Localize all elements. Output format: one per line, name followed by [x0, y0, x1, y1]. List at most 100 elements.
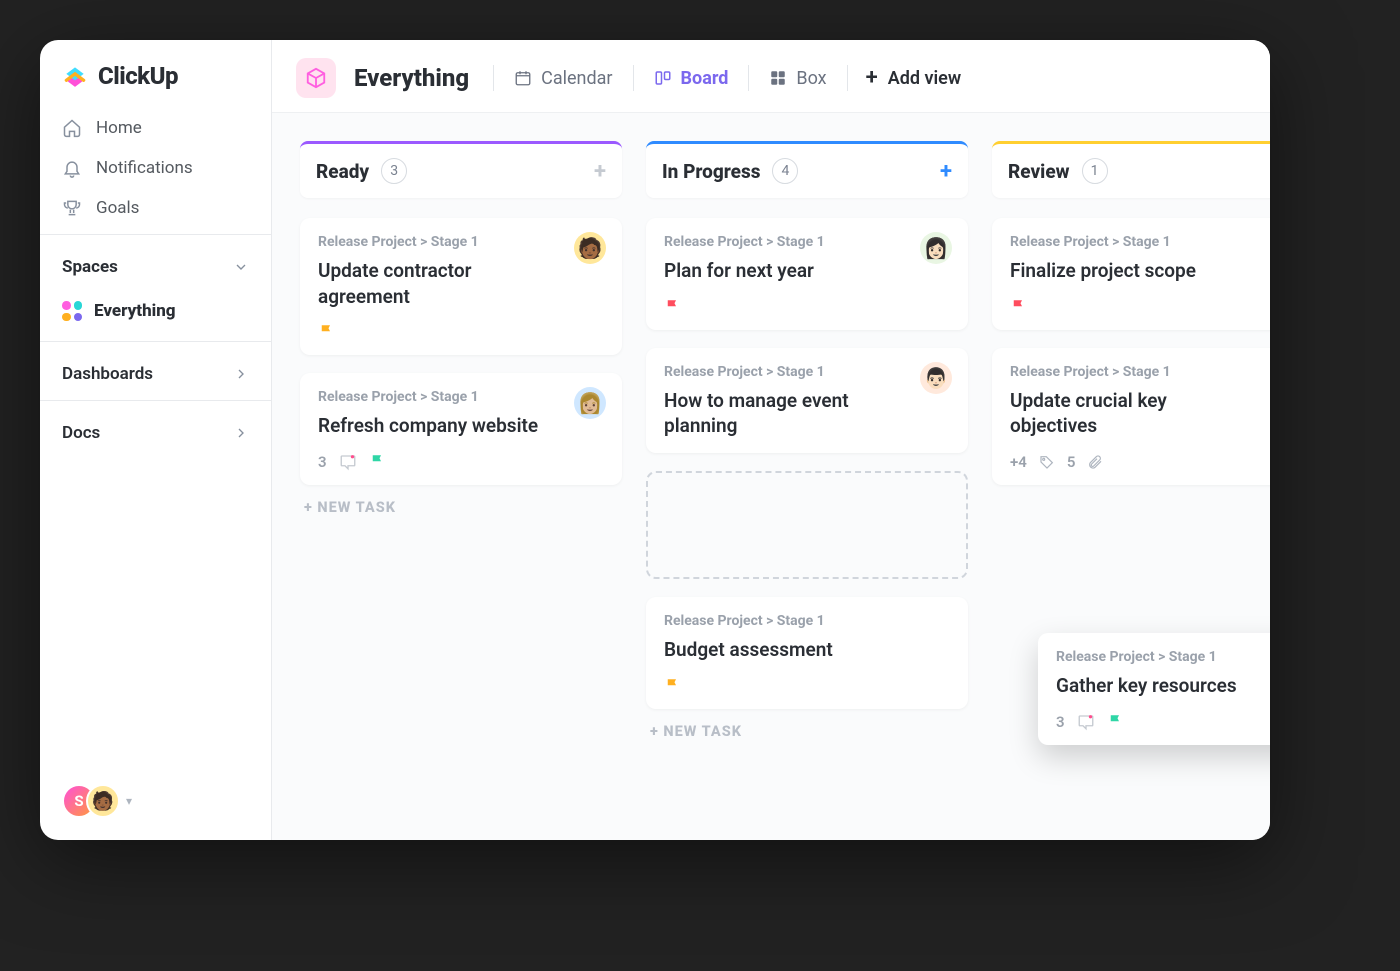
divider — [493, 65, 494, 91]
new-task-button[interactable]: + NEW TASK — [646, 723, 968, 740]
main: Everything Calendar Board Box + Add view — [272, 40, 1270, 840]
home-icon — [62, 118, 82, 138]
plus-icon: + — [866, 67, 878, 89]
sidebar-item-label: Notifications — [96, 158, 193, 178]
sidebar-section-spaces[interactable]: Spaces — [40, 241, 271, 287]
app-window: ClickUp Home Notifications Goals Spaces … — [40, 40, 1270, 840]
card-breadcrumb: Release Project > Stage 1 — [1010, 364, 1270, 380]
caret-down-icon: ▾ — [126, 794, 132, 808]
add-view-label: Add view — [888, 68, 961, 89]
view-box[interactable]: Box — [767, 64, 828, 93]
sidebar-item-goals[interactable]: Goals — [40, 188, 271, 228]
card-title: Update crucial key objectives — [1010, 388, 1270, 439]
sidebar-item-label: Goals — [96, 198, 139, 218]
tag-icon[interactable] — [1039, 454, 1055, 470]
column-count: 1 — [1082, 158, 1108, 184]
sidebar-item-home[interactable]: Home — [40, 108, 271, 148]
sidebar-item-everything[interactable]: Everything — [40, 287, 271, 335]
cube-icon — [305, 67, 327, 89]
priority-flag-icon[interactable] — [664, 677, 682, 695]
comment-icon[interactable] — [339, 453, 357, 471]
card-title: Plan for next year — [664, 258, 950, 284]
chevron-right-icon — [233, 366, 249, 382]
divider — [40, 400, 271, 401]
add-card-button[interactable]: + — [940, 159, 952, 184]
space-icon — [296, 58, 336, 98]
space-title: Everything — [354, 64, 469, 92]
priority-flag-icon[interactable] — [1010, 298, 1028, 316]
task-card[interactable]: 👨🏻Release Project > Stage 1 How to manage… — [646, 348, 968, 453]
task-card[interactable]: Release Project > Stage 1 Budget assessme… — [646, 597, 968, 709]
tag-count[interactable]: +4 — [1010, 453, 1027, 471]
assignee-avatar[interactable]: 👩🏼 — [574, 387, 606, 419]
section-label: Spaces — [62, 257, 118, 277]
view-label: Box — [796, 68, 826, 89]
priority-flag-icon[interactable] — [1107, 713, 1125, 731]
column-title: Review — [1008, 160, 1070, 183]
assignee-avatar[interactable]: 👨🏻 — [920, 362, 952, 394]
card-title: Budget assessment — [664, 637, 950, 663]
logo[interactable]: ClickUp — [40, 40, 271, 108]
chevron-right-icon — [233, 425, 249, 441]
comment-icon[interactable] — [1077, 713, 1095, 731]
task-card[interactable]: 👩🏼Release Project > Stage 1Refresh compa… — [300, 373, 622, 485]
board-icon — [654, 69, 672, 87]
sidebar-section-dashboards[interactable]: Dashboards — [40, 348, 271, 394]
everything-icon — [62, 301, 82, 321]
presence-stack[interactable]: S 🧑🏾 ▾ — [40, 784, 271, 840]
section-label: Docs — [62, 423, 100, 443]
task-card[interactable]: 👩🏻Release Project > Stage 1 Plan for next… — [646, 218, 968, 330]
app-name: ClickUp — [98, 62, 178, 90]
grid-icon — [769, 69, 787, 87]
column-count: 4 — [772, 158, 798, 184]
assignee-avatar[interactable]: 🧑🏾 — [574, 232, 606, 264]
view-label: Board — [681, 68, 729, 89]
sidebar: ClickUp Home Notifications Goals Spaces … — [40, 40, 272, 840]
divider — [847, 65, 848, 91]
view-board[interactable]: Board — [652, 64, 731, 93]
comment-count[interactable]: 3 — [318, 453, 327, 471]
topbar: Everything Calendar Board Box + Add view — [272, 40, 1270, 113]
divider — [40, 341, 271, 342]
task-card[interactable]: Release Project > Stage 1 Update crucial … — [992, 348, 1270, 485]
task-card[interactable]: 🧑🏾Release Project > Stage 1Update contra… — [300, 218, 622, 355]
sidebar-section-docs[interactable]: Docs — [40, 407, 271, 453]
assignee-avatar[interactable]: 👩🏻 — [920, 232, 952, 264]
card-breadcrumb: Release Project > Stage 1 — [664, 364, 950, 380]
attachment-count[interactable]: 5 — [1067, 453, 1076, 471]
priority-flag-icon[interactable] — [664, 298, 682, 316]
column-title: In Progress — [662, 160, 760, 183]
card-breadcrumb: Release Project > Stage 1 — [1010, 234, 1270, 250]
new-task-button[interactable]: + NEW TASK — [300, 499, 622, 516]
card-title: Finalize project scope — [1010, 258, 1270, 284]
task-card[interactable]: Release Project > Stage 1 Finalize projec… — [992, 218, 1270, 330]
board: Ready 3 +🧑🏾Release Project > Stage 1Upda… — [272, 113, 1270, 840]
board-column: Ready 3 + 🧑🏾Release Project > Stage 1Upda… — [300, 141, 622, 840]
comment-count[interactable]: 3 — [1056, 713, 1065, 731]
chevron-down-icon — [233, 259, 249, 275]
sidebar-item-label: Everything — [94, 301, 176, 321]
add-card-button[interactable]: + — [594, 159, 606, 184]
view-calendar[interactable]: Calendar — [512, 64, 614, 93]
column-header: In Progress 4 + — [646, 141, 968, 198]
card-breadcrumb: Release Project > Stage 1 — [664, 234, 950, 250]
column-count: 3 — [381, 158, 407, 184]
card-title: How to manage event planning — [664, 388, 950, 439]
card-title: Refresh company website — [318, 413, 604, 439]
add-view-button[interactable]: + Add view — [866, 67, 962, 89]
drop-zone[interactable] — [646, 471, 968, 579]
divider — [40, 234, 271, 235]
user-avatar: 🧑🏾 — [86, 784, 120, 818]
card-title: Gather key resources — [1056, 673, 1270, 699]
priority-flag-icon[interactable] — [318, 323, 336, 341]
divider — [748, 65, 749, 91]
attachment-icon[interactable] — [1087, 454, 1103, 470]
sidebar-item-notifications[interactable]: Notifications — [40, 148, 271, 188]
card-breadcrumb: Release Project > Stage 1 — [664, 613, 950, 629]
priority-flag-icon[interactable] — [369, 453, 387, 471]
divider — [633, 65, 634, 91]
column-header: Ready 3 + — [300, 141, 622, 198]
dragging-card[interactable]: 👩🏼 Release Project > Stage 1 Gather key … — [1038, 633, 1270, 745]
bell-icon — [62, 158, 82, 178]
trophy-icon — [62, 198, 82, 218]
